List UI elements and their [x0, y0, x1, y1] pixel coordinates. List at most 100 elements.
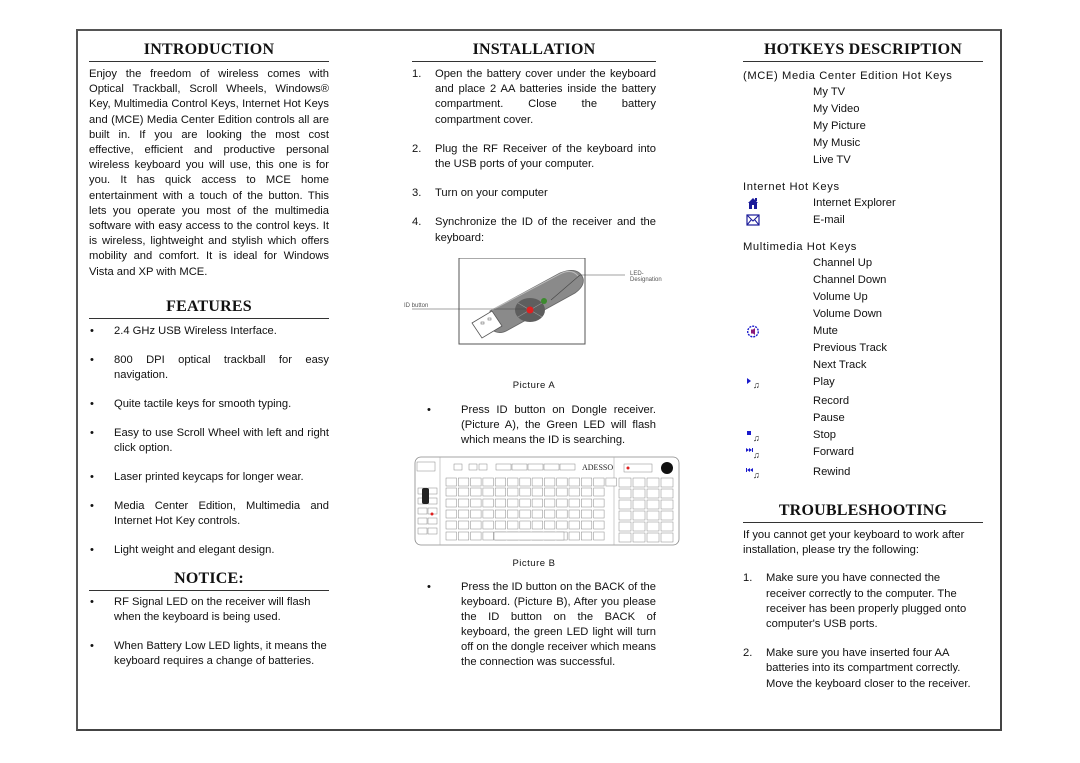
- key: [581, 531, 593, 541]
- hotkey-row: Pause: [813, 412, 845, 424]
- key: [559, 463, 576, 471]
- list-item: 1. Make sure you have connected the recei…: [743, 572, 967, 631]
- key: [531, 477, 543, 487]
- key: [507, 520, 519, 530]
- key: [581, 498, 593, 508]
- notice-heading: NOTICE:: [89, 569, 329, 591]
- key: [660, 488, 674, 499]
- key: [581, 487, 593, 497]
- key: [568, 487, 580, 497]
- key: [618, 510, 632, 521]
- key: [458, 498, 470, 508]
- key: [445, 477, 457, 487]
- envelope-icon: [746, 214, 762, 227]
- key: [544, 520, 556, 530]
- key: [646, 510, 660, 521]
- key: [632, 521, 646, 532]
- key: [544, 487, 556, 497]
- key: [581, 477, 593, 487]
- hotkey-row: Mute: [743, 323, 983, 340]
- key: [605, 477, 617, 487]
- hotkey-row: My TV: [813, 86, 846, 98]
- key: [482, 498, 494, 508]
- list-item: • 800 DPI optical trackball for easy navi…: [90, 353, 329, 381]
- key: [581, 520, 593, 530]
- column-left: INTRODUCTION Enjoy the freedom of wirele…: [89, 40, 329, 669]
- key: [618, 477, 632, 488]
- key: [482, 487, 494, 497]
- key: [544, 509, 556, 519]
- key: [519, 477, 531, 487]
- key: [527, 463, 544, 471]
- rewind-icon: ♫: [746, 466, 762, 479]
- key: [494, 498, 506, 508]
- hotkey-row: E-mail: [743, 212, 983, 229]
- picture-a-caption: Picture A: [512, 379, 556, 391]
- key: [618, 532, 632, 543]
- key: [632, 499, 646, 510]
- hotkey-row: Next Track: [813, 359, 867, 371]
- key: [519, 509, 531, 519]
- key: [544, 477, 556, 487]
- features-list: • 2.4 GHz USB Wireless Interface. • 800 DP…: [89, 324, 329, 558]
- key: [427, 487, 438, 495]
- key: [660, 510, 674, 521]
- key: [458, 477, 470, 487]
- key: [618, 488, 632, 499]
- key: [646, 477, 660, 488]
- key: [427, 497, 438, 505]
- key: [482, 509, 494, 519]
- key: [511, 463, 528, 471]
- hotkeys-heading: HOTKEYS DESCRIPTION: [743, 40, 983, 62]
- id-button-dot: [526, 306, 534, 314]
- key: [445, 498, 457, 508]
- key: [646, 488, 660, 499]
- hotkey-row: Volume Up: [813, 291, 868, 303]
- hotkey-row: Previous Track: [813, 342, 887, 354]
- troubleshooting-heading: TROUBLESHOOTING: [743, 501, 983, 523]
- picture-b-instructions: • Press the ID button on the BACK of the …: [412, 580, 656, 670]
- key: [660, 521, 674, 532]
- key: [531, 520, 543, 530]
- key: [660, 532, 674, 543]
- key: [568, 509, 580, 519]
- key: [646, 499, 660, 510]
- list-item: 4. Synchronize the ID of the receiver and…: [412, 216, 656, 244]
- list-item: • RF Signal LED on the receiver will flas…: [90, 595, 311, 623]
- key: [519, 520, 531, 530]
- key: [445, 487, 457, 497]
- picture-b: ADESSO: [412, 454, 680, 550]
- key: [470, 520, 482, 530]
- list-item: • When Battery Low LED lights, it means t…: [90, 639, 327, 667]
- key: [581, 509, 593, 519]
- hotkey-group-mce: (MCE) Media Center Edition Hot Keys My T…: [743, 69, 983, 169]
- key: [544, 498, 556, 508]
- hotkey-row: Channel Up: [813, 257, 873, 269]
- introduction-text: Enjoy the freedom of wireless comes with…: [89, 68, 329, 278]
- key: [660, 499, 674, 510]
- key: [507, 487, 519, 497]
- notice-list: • RF Signal LED on the receiver will flas…: [89, 595, 329, 669]
- key: [482, 520, 494, 530]
- installation-steps: 1. Open the battery cover under the keybo…: [412, 67, 656, 246]
- led-dot: [541, 297, 547, 304]
- hotkey-row: Channel Down: [813, 274, 887, 286]
- key: [660, 477, 674, 488]
- key: [507, 477, 519, 487]
- list-item: 3. Turn on your computer: [412, 187, 548, 200]
- key: [445, 509, 457, 519]
- key: [470, 477, 482, 487]
- list-item: 2. Make sure you have inserted four AA ba…: [743, 647, 971, 690]
- key: [470, 498, 482, 508]
- key: [482, 477, 494, 487]
- key: [417, 517, 428, 525]
- key: [556, 509, 568, 519]
- key: [458, 520, 470, 530]
- list-item: • 2.4 GHz USB Wireless Interface.: [90, 324, 277, 337]
- key: [427, 517, 438, 525]
- svg-text:♫: ♫: [753, 380, 760, 389]
- hotkey-row: Live TV: [813, 154, 851, 166]
- key: [556, 498, 568, 508]
- column-middle: INSTALLATION 1. Open the battery cover un…: [404, 40, 680, 670]
- key: [568, 498, 580, 508]
